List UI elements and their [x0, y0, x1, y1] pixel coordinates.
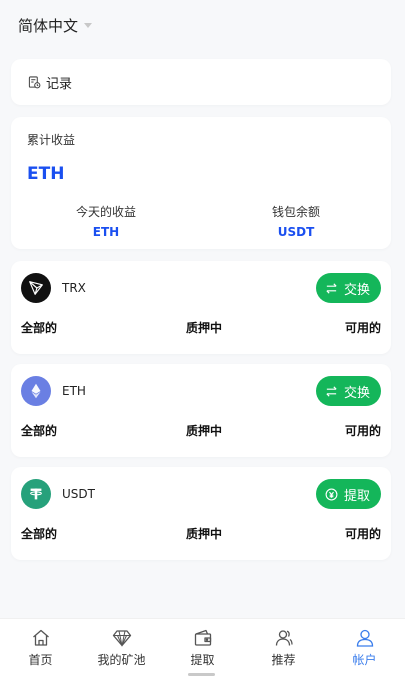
withdraw-button[interactable]: 提取: [315, 479, 381, 509]
user-icon: [356, 629, 373, 647]
total-earnings-label: 累计收益: [27, 133, 76, 147]
tab-account[interactable]: 帐户: [324, 619, 405, 679]
tab-label: 提取: [190, 653, 215, 667]
coin-name: TRX: [62, 281, 86, 295]
total-label: 全部的: [21, 321, 58, 335]
today-earnings-value: ETH: [92, 225, 120, 239]
staked-label: 质押中: [185, 321, 222, 335]
staked-label: 质押中: [185, 527, 222, 541]
home-icon: [32, 629, 49, 646]
available-label: 可用的: [344, 424, 381, 438]
coin-card-eth: ETH 交换 全部的 质押中 可用的: [11, 364, 391, 457]
usdt-icon: [21, 479, 51, 509]
trx-icon: [21, 273, 51, 303]
language-label: 简体中文: [18, 16, 79, 35]
coin-card-trx: TRX 交换 全部的 质押中 可用的: [11, 261, 391, 354]
available-label: 可用的: [344, 321, 381, 335]
exchange-button-label: 交换: [343, 282, 370, 298]
coin-name: ETH: [62, 384, 86, 398]
tab-withdraw[interactable]: 提取: [162, 619, 243, 679]
wallet-icon: [194, 629, 211, 646]
tab-home[interactable]: 首页: [0, 619, 81, 679]
wallet-balance: 钱包余额 USDT: [201, 203, 391, 239]
earnings-card: 累计收益 ETH 今天的收益 ETH 钱包余额 USDT: [11, 117, 391, 249]
swap-icon: [326, 385, 337, 397]
caret-down-icon: [84, 23, 93, 28]
tab-label: 首页: [28, 653, 53, 667]
swap-icon: [326, 282, 337, 294]
top-bar: 简体中文: [0, 0, 405, 50]
today-earnings: 今天的收益 ETH: [11, 203, 201, 239]
withdraw-icon: [325, 488, 338, 500]
diamond-icon: [112, 630, 131, 647]
wallet-balance-label: 钱包余额: [271, 205, 320, 219]
wallet-balance-value: USDT: [277, 225, 315, 239]
tab-my-pool[interactable]: 我的矿池: [81, 619, 162, 679]
staked-label: 质押中: [185, 424, 222, 438]
total-label: 全部的: [21, 527, 58, 541]
home-indicator: [188, 673, 215, 676]
records-label: 记录: [46, 76, 73, 92]
total-label: 全部的: [21, 424, 58, 438]
record-icon: [28, 75, 41, 88]
exchange-button-label: 交换: [343, 385, 370, 401]
coin-name: USDT: [62, 487, 95, 501]
language-selector[interactable]: 简体中文: [18, 15, 93, 36]
tab-label: 帐户: [352, 653, 377, 667]
users-icon: [275, 630, 293, 646]
bottom-tab-bar: 首页 我的矿池 提取 推荐 帐户: [0, 618, 405, 679]
available-label: 可用的: [344, 527, 381, 541]
tab-referral[interactable]: 推荐: [243, 619, 324, 679]
today-earnings-label: 今天的收益: [75, 205, 136, 219]
tab-label: 我的矿池: [97, 653, 146, 667]
eth-icon: [21, 376, 51, 406]
records-card[interactable]: 记录: [11, 59, 391, 105]
withdraw-button-label: 提取: [343, 488, 370, 504]
total-earnings-value: ETH: [27, 164, 65, 184]
exchange-button[interactable]: 交换: [315, 273, 381, 303]
tab-label: 推荐: [271, 653, 296, 667]
coin-card-usdt: USDT 提取 全部的 质押中 可用的: [11, 467, 391, 560]
exchange-button[interactable]: 交换: [315, 376, 381, 406]
